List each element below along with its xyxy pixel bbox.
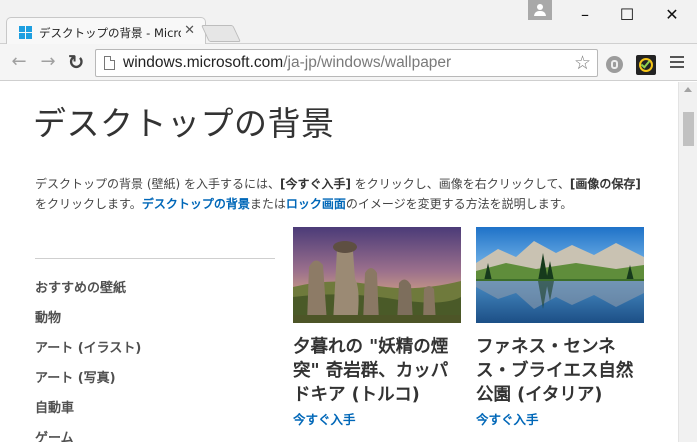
fanes-sennes-image[interactable] (476, 227, 644, 323)
wallpaper-card: 夕暮れの "妖精の煙突" 奇岩群、カッパドキア (トルコ) 今すぐ入手 (293, 227, 461, 428)
tab-close-icon[interactable]: ✕ (184, 24, 195, 38)
category-animals[interactable]: 動物 (35, 309, 141, 339)
category-games[interactable]: ゲーム (35, 429, 141, 442)
address-bar[interactable]: windows.microsoft.com/ja-jp/windows/wall… (95, 49, 598, 77)
forward-arrow-icon[interactable]: → (37, 51, 59, 73)
save-image-keyword: [画像の保存] (569, 177, 641, 191)
title-bar: デスクトップの背景 - Microsoft ✕ – ☐ ✕ (0, 0, 697, 45)
sidebar-divider (35, 258, 275, 259)
category-list: おすすめの壁紙 動物 アート (イラスト) アート (写真) 自動車 ゲーム (35, 279, 141, 442)
extension-checkmark-icon[interactable] (636, 55, 656, 75)
intro-paragraph: デスクトップの背景 (壁紙) を入手するには、[今すぐ入手] をクリックし、画像… (35, 177, 641, 211)
browser-tab[interactable]: デスクトップの背景 - Microsoft ✕ (6, 17, 206, 45)
page-icon (104, 56, 115, 70)
menu-icon[interactable] (670, 56, 684, 70)
get-now-link[interactable]: 今すぐ入手 (293, 409, 461, 428)
card-title[interactable]: 夕暮れの "妖精の煙突" 奇岩群、カッパドキア (トルコ) (293, 335, 461, 407)
category-art-photo[interactable]: アート (写真) (35, 369, 141, 399)
url-text[interactable]: windows.microsoft.com/ja-jp/windows/wall… (123, 54, 451, 72)
scroll-up-arrow-icon[interactable] (684, 87, 692, 92)
get-now-keyword: [今すぐ入手] (280, 177, 351, 191)
new-tab-button[interactable] (201, 25, 241, 42)
close-window-button[interactable]: ✕ (651, 0, 693, 30)
page-content: デスクトップの背景 デスクトップの背景 (壁紙) を入手するには、[今すぐ入手]… (0, 82, 678, 442)
extension-icon[interactable] (606, 56, 623, 73)
bookmark-star-icon[interactable]: ☆ (574, 52, 591, 74)
cappadocia-image[interactable] (293, 227, 461, 323)
lock-screen-link[interactable]: ロック画面 (286, 197, 346, 211)
maximize-button[interactable]: ☐ (606, 0, 648, 30)
reload-icon[interactable]: ↻ (65, 51, 87, 73)
vertical-scrollbar[interactable] (678, 82, 697, 442)
category-cars[interactable]: 自動車 (35, 399, 141, 429)
get-now-link[interactable]: 今すぐ入手 (476, 409, 644, 428)
user-profile-icon[interactable] (528, 0, 552, 20)
back-arrow-icon[interactable]: ← (8, 51, 30, 73)
scrollbar-thumb[interactable] (683, 112, 694, 146)
desktop-background-link[interactable]: デスクトップの背景 (142, 197, 250, 211)
browser-toolbar: ← → ↻ windows.microsoft.com/ja-jp/window… (0, 44, 697, 81)
page-title: デスクトップの背景 (33, 104, 335, 143)
wallpaper-card: ファネス・センネス・ブライエス自然公園 (イタリア) 今すぐ入手 (476, 227, 644, 428)
category-art-illustration[interactable]: アート (イラスト) (35, 339, 141, 369)
windows-logo-icon (19, 26, 32, 39)
card-title[interactable]: ファネス・センネス・ブライエス自然公園 (イタリア) (476, 335, 644, 407)
tab-title: デスクトップの背景 - Microsoft (39, 26, 181, 40)
minimize-button[interactable]: – (564, 0, 606, 30)
category-featured[interactable]: おすすめの壁紙 (35, 279, 141, 309)
